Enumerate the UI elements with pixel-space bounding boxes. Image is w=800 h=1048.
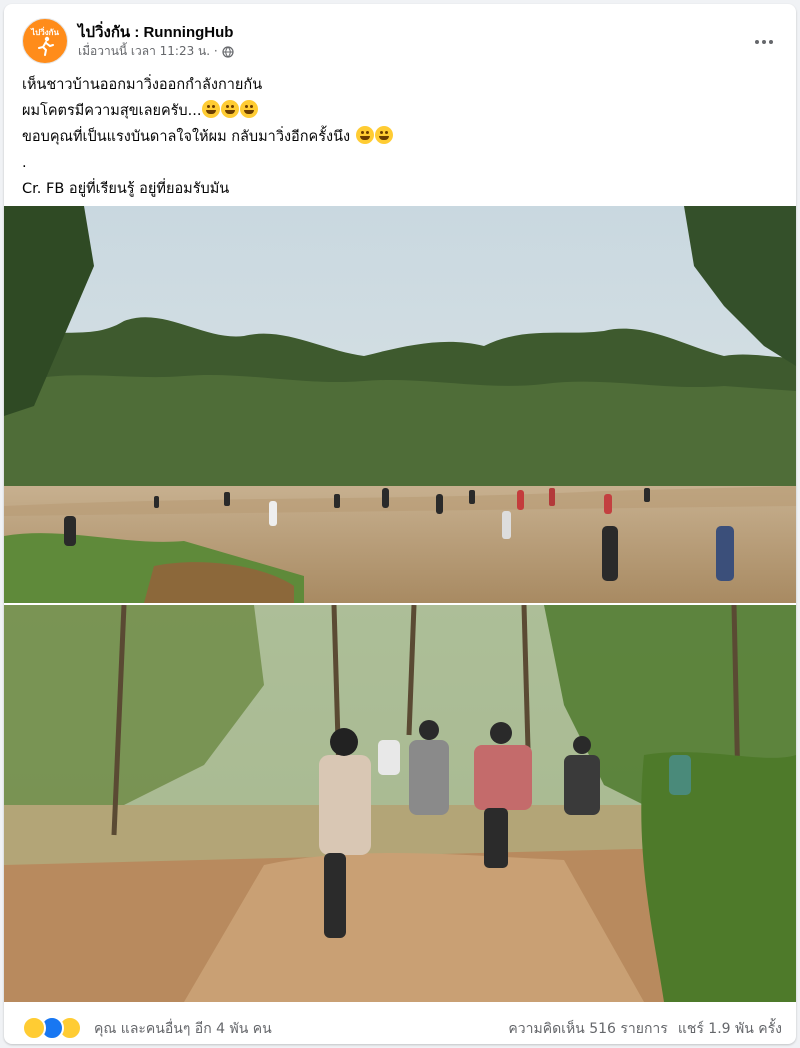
path-running-image xyxy=(4,605,796,1002)
laughing-emoji-icon xyxy=(202,100,221,118)
post-header: ไปวิ่งกัน ไปวิ่งกัน : RunningHub เมื่อวา… xyxy=(22,18,782,64)
globe-icon[interactable] xyxy=(222,45,234,58)
post-line-3-wrap: ขอบคุณที่เป็นแรงบันดาลใจให้ผม กลับมาวิ่ง… xyxy=(22,124,762,150)
post-line-5: Cr. FB อยู่ที่เรียนรู้ อยู่ที่ยอมรับมัน xyxy=(22,181,230,197)
post-photo-field[interactable] xyxy=(4,206,796,603)
post-line-1: เห็นชาวบ้านออกมาวิ่งออกกำลังกายกัน xyxy=(22,77,263,93)
post-card: ไปวิ่งกัน ไปวิ่งกัน : RunningHub เมื่อวา… xyxy=(4,4,796,1044)
post-line-2-wrap: ผมโคตรมีความสุขเลยครับ... xyxy=(22,98,762,124)
post-line-2: ผมโคตรมีความสุขเลยครับ... xyxy=(22,103,202,119)
reactions-summary[interactable]: คุณ และคนอื่นๆ อีก 4 พัน คน xyxy=(94,1018,272,1040)
post-message: เห็นชาวบ้านออกมาวิ่งออกกำลังกายกัน ผมโคต… xyxy=(22,72,762,202)
comments-count[interactable]: ความคิดเห็น 516 รายการ xyxy=(508,1018,667,1040)
more-options-button[interactable] xyxy=(746,24,782,60)
shares-count[interactable]: แชร์ 1.9 พัน ครั้ง xyxy=(678,1018,782,1040)
more-options-icon xyxy=(755,40,759,44)
engagement-counts: ความคิดเห็น 516 รายการ แชร์ 1.9 พัน ครั้… xyxy=(508,1018,782,1040)
field-running-image xyxy=(4,206,796,603)
reaction-icons[interactable] xyxy=(22,1016,82,1040)
haha-reaction-icon xyxy=(22,1016,46,1040)
post-photo-path[interactable] xyxy=(4,605,796,1002)
post-meta: เมื่อวานนี้ เวลา 11:23 น. · xyxy=(78,42,234,61)
post-timestamp[interactable]: เมื่อวานนี้ เวลา 11:23 น. · xyxy=(78,42,218,61)
laughing-emoji-icon xyxy=(355,126,374,144)
post-line-3: ขอบคุณที่เป็นแรงบันดาลใจให้ผม กลับมาวิ่ง… xyxy=(22,129,351,145)
runner-icon xyxy=(38,36,54,56)
laughing-emoji-icon xyxy=(374,126,393,144)
page-name-link[interactable]: ไปวิ่งกัน : RunningHub xyxy=(78,20,233,44)
laughing-emoji-icon xyxy=(221,100,240,118)
post-footer: คุณ และคนอื่นๆ อีก 4 พัน คน ความคิดเห็น … xyxy=(4,1004,796,1044)
laughing-emoji-icon xyxy=(240,100,259,118)
page-avatar[interactable]: ไปวิ่งกัน xyxy=(22,18,68,64)
post-line-4: . xyxy=(22,155,27,171)
